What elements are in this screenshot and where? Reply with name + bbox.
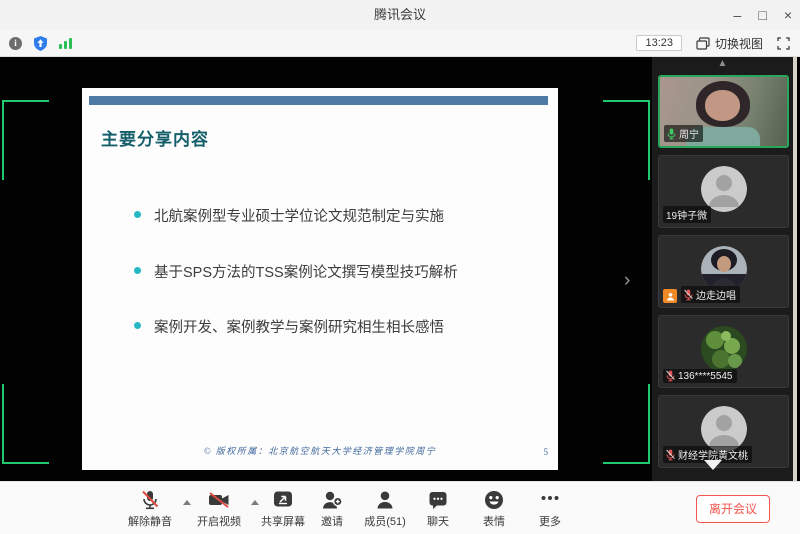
hand-raised-badge-icon <box>663 289 677 303</box>
chat-button[interactable]: 聊天 <box>418 488 458 529</box>
title-bar: 腾讯会议 – □ × <box>0 0 800 30</box>
chat-icon <box>427 488 449 511</box>
presentation-slide: 主要分享内容 北航案例型专业硕士学位论文规范制定与实施 基于SPS方法的TSS案… <box>82 88 558 470</box>
scroll-up-arrow-icon[interactable]: ▲ <box>652 58 793 69</box>
meeting-duration: 13:23 <box>636 35 682 51</box>
invite-button[interactable]: 邀请 <box>312 488 352 529</box>
participant-name-label: 136****5545 <box>663 369 737 383</box>
participant-tile[interactable]: 财经学院黄文桃 <box>658 395 789 468</box>
participant-sidebar: ▲ 周宁 19钟子微 边走边唱 136****5545 财经学院黄文桃 <box>652 57 793 481</box>
bullet-text: 案例开发、案例教学与案例研究相生相长感悟 <box>154 320 444 336</box>
participant-tile[interactable]: 周宁 <box>658 75 789 148</box>
share-screen-icon <box>272 488 294 511</box>
slide-bullet: 基于SPS方法的TSS案例论文撰写模型技巧解析 <box>134 261 538 282</box>
shared-screen-stage: 主要分享内容 北航案例型专业硕士学位论文规范制定与实施 基于SPS方法的TSS案… <box>0 57 652 481</box>
app-title: 腾讯会议 <box>373 7 426 22</box>
leave-meeting-button[interactable]: 离开会议 <box>696 495 770 523</box>
bullet-dot-icon <box>134 267 141 274</box>
mic-muted-icon <box>666 370 675 382</box>
sidebar-collapse-chevron[interactable]: › <box>624 271 630 290</box>
security-shield-icon[interactable] <box>34 35 47 51</box>
start-video-button[interactable]: 开启视频 <box>189 488 249 529</box>
share-frame-corner-icon <box>603 100 650 180</box>
mic-muted-icon <box>139 488 161 511</box>
fullscreen-icon[interactable] <box>777 36 790 50</box>
meeting-info-icon[interactable]: i <box>9 36 22 50</box>
slide-title: 主要分享内容 <box>101 130 209 149</box>
meeting-toolbar: 解除静音 开启视频 共享屏幕 邀请 成员(51) 聊天 表情 更多 离开会议 <box>0 481 800 534</box>
share-frame-corner-icon <box>2 100 49 180</box>
mic-muted-icon <box>666 449 675 461</box>
slide-page-number: 5 <box>543 447 549 457</box>
participant-name-label: 周宁 <box>664 125 703 142</box>
bullet-text: 北航案例型专业硕士学位论文规范制定与实施 <box>154 209 444 225</box>
emoji-button[interactable]: 表情 <box>474 488 514 529</box>
more-button[interactable]: 更多 <box>530 488 570 529</box>
participant-tile[interactable]: 136****5545 <box>658 315 789 388</box>
share-screen-button[interactable]: 共享屏幕 <box>255 488 311 529</box>
switch-view-button[interactable]: 切换视图 <box>696 35 763 52</box>
status-right-group: 13:23 切换视图 <box>636 30 790 56</box>
maximize-button[interactable]: □ <box>758 8 766 22</box>
sidebar-scrollbar[interactable] <box>793 57 797 481</box>
layout-icon <box>696 36 710 50</box>
mic-on-icon <box>667 128 676 140</box>
avatar <box>700 165 747 212</box>
status-left-group: i <box>9 30 72 56</box>
slide-copyright: © 版权所属：北京航空航天大学经济管理学院周宁 <box>203 446 437 456</box>
window-controls: – □ × <box>734 0 792 30</box>
scroll-down-arrow-icon[interactable] <box>704 460 722 470</box>
members-icon <box>374 488 396 511</box>
invite-icon <box>320 488 344 511</box>
minimize-button[interactable]: – <box>734 8 742 22</box>
unmute-button[interactable]: 解除静音 <box>120 488 180 529</box>
participant-tile[interactable]: 边走边唱 <box>658 235 789 308</box>
slide-bullet: 北航案例型专业硕士学位论文规范制定与实施 <box>134 205 538 226</box>
camera-off-icon <box>207 488 231 511</box>
bullet-text: 基于SPS方法的TSS案例论文撰写模型技巧解析 <box>154 265 458 281</box>
close-button[interactable]: × <box>784 8 792 22</box>
participant-name-label: 边走边唱 <box>681 286 740 303</box>
share-frame-corner-icon <box>603 384 650 464</box>
avatar <box>700 405 747 452</box>
bullet-dot-icon <box>134 322 141 329</box>
avatar <box>700 245 747 292</box>
share-frame-corner-icon <box>2 384 49 464</box>
slide-header-bar <box>89 96 548 105</box>
network-signal-icon[interactable] <box>59 37 72 49</box>
participant-name-label: 19钟子微 <box>663 206 712 223</box>
switch-view-label: 切换视图 <box>714 36 763 51</box>
participant-tile[interactable]: 19钟子微 <box>658 155 789 228</box>
emoji-icon <box>483 488 505 511</box>
avatar <box>700 325 747 372</box>
members-button[interactable]: 成员(51) <box>353 488 417 529</box>
more-icon <box>539 488 561 511</box>
slide-bullet: 案例开发、案例教学与案例研究相生相长感悟 <box>134 316 538 337</box>
status-bar: i 13:23 切换视图 <box>0 30 800 57</box>
mic-muted-icon <box>684 289 693 301</box>
bullet-dot-icon <box>134 211 141 218</box>
